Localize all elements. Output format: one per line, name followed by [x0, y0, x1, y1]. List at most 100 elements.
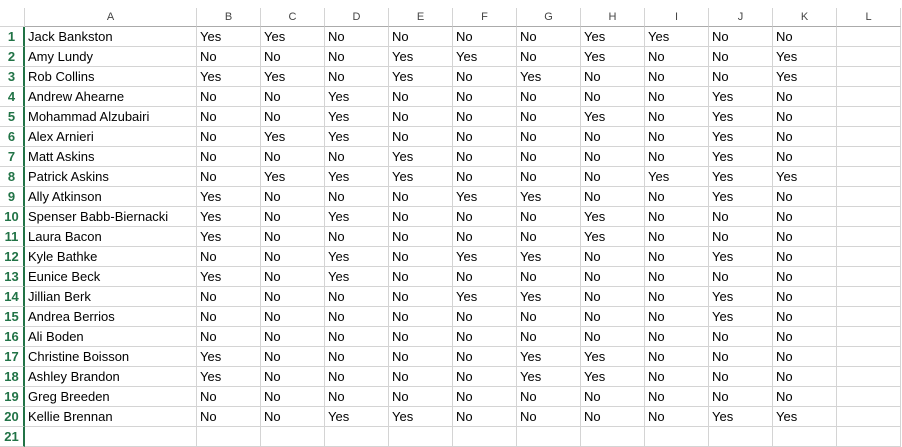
- cell-k9[interactable]: No: [773, 187, 837, 207]
- cell-d7[interactable]: No: [325, 147, 389, 167]
- cell-g12[interactable]: Yes: [517, 247, 581, 267]
- cell-c13[interactable]: No: [261, 267, 325, 287]
- cell-a1[interactable]: Jack Bankston: [25, 27, 197, 47]
- cell-e21[interactable]: [389, 427, 453, 447]
- cell-k6[interactable]: No: [773, 127, 837, 147]
- cell-a17[interactable]: Christine Boisson: [25, 347, 197, 367]
- cell-a15[interactable]: Andrea Berrios: [25, 307, 197, 327]
- column-header-d[interactable]: D: [325, 8, 389, 27]
- cell-k11[interactable]: No: [773, 227, 837, 247]
- cell-c18[interactable]: No: [261, 367, 325, 387]
- cell-d13[interactable]: Yes: [325, 267, 389, 287]
- cell-f21[interactable]: [453, 427, 517, 447]
- cell-d5[interactable]: Yes: [325, 107, 389, 127]
- cell-l12[interactable]: [837, 247, 901, 267]
- cell-c11[interactable]: No: [261, 227, 325, 247]
- cell-c16[interactable]: No: [261, 327, 325, 347]
- cell-l1[interactable]: [837, 27, 901, 47]
- cell-e16[interactable]: No: [389, 327, 453, 347]
- cell-l6[interactable]: [837, 127, 901, 147]
- cell-l5[interactable]: [837, 107, 901, 127]
- cell-c10[interactable]: No: [261, 207, 325, 227]
- cell-f12[interactable]: Yes: [453, 247, 517, 267]
- cell-a2[interactable]: Amy Lundy: [25, 47, 197, 67]
- cell-f3[interactable]: No: [453, 67, 517, 87]
- cell-c19[interactable]: No: [261, 387, 325, 407]
- cell-e10[interactable]: No: [389, 207, 453, 227]
- cell-i19[interactable]: No: [645, 387, 709, 407]
- column-header-a[interactable]: A: [25, 8, 197, 27]
- row-header[interactable]: 5: [0, 107, 25, 127]
- cell-k3[interactable]: Yes: [773, 67, 837, 87]
- cell-b14[interactable]: No: [197, 287, 261, 307]
- cell-e14[interactable]: No: [389, 287, 453, 307]
- cell-d12[interactable]: Yes: [325, 247, 389, 267]
- cell-b19[interactable]: No: [197, 387, 261, 407]
- cell-b21[interactable]: [197, 427, 261, 447]
- cell-l16[interactable]: [837, 327, 901, 347]
- cell-h4[interactable]: No: [581, 87, 645, 107]
- cell-c8[interactable]: Yes: [261, 167, 325, 187]
- cell-c4[interactable]: No: [261, 87, 325, 107]
- cell-j21[interactable]: [709, 427, 773, 447]
- cell-l14[interactable]: [837, 287, 901, 307]
- cell-e15[interactable]: No: [389, 307, 453, 327]
- column-header-j[interactable]: J: [709, 8, 773, 27]
- cell-j20[interactable]: Yes: [709, 407, 773, 427]
- cell-h19[interactable]: No: [581, 387, 645, 407]
- cell-j4[interactable]: Yes: [709, 87, 773, 107]
- cell-j13[interactable]: No: [709, 267, 773, 287]
- cell-c2[interactable]: No: [261, 47, 325, 67]
- cell-i5[interactable]: No: [645, 107, 709, 127]
- cell-g14[interactable]: Yes: [517, 287, 581, 307]
- cell-k2[interactable]: Yes: [773, 47, 837, 67]
- cell-j17[interactable]: No: [709, 347, 773, 367]
- cell-b20[interactable]: No: [197, 407, 261, 427]
- cell-c6[interactable]: Yes: [261, 127, 325, 147]
- cell-e3[interactable]: Yes: [389, 67, 453, 87]
- cell-e13[interactable]: No: [389, 267, 453, 287]
- cell-e11[interactable]: No: [389, 227, 453, 247]
- cell-i9[interactable]: No: [645, 187, 709, 207]
- cell-a5[interactable]: Mohammad Alzubairi: [25, 107, 197, 127]
- cell-g19[interactable]: No: [517, 387, 581, 407]
- cell-c14[interactable]: No: [261, 287, 325, 307]
- column-header-i[interactable]: I: [645, 8, 709, 27]
- cell-h7[interactable]: No: [581, 147, 645, 167]
- cell-j15[interactable]: Yes: [709, 307, 773, 327]
- cell-a20[interactable]: Kellie Brennan: [25, 407, 197, 427]
- cell-h3[interactable]: No: [581, 67, 645, 87]
- cell-j18[interactable]: No: [709, 367, 773, 387]
- cell-j10[interactable]: No: [709, 207, 773, 227]
- cell-b15[interactable]: No: [197, 307, 261, 327]
- row-header[interactable]: 7: [0, 147, 25, 167]
- cell-e19[interactable]: No: [389, 387, 453, 407]
- cell-e12[interactable]: No: [389, 247, 453, 267]
- cell-i11[interactable]: No: [645, 227, 709, 247]
- cell-i8[interactable]: Yes: [645, 167, 709, 187]
- cell-i2[interactable]: No: [645, 47, 709, 67]
- row-header[interactable]: 19: [0, 387, 25, 407]
- cell-l21[interactable]: [837, 427, 901, 447]
- cell-c1[interactable]: Yes: [261, 27, 325, 47]
- cell-g7[interactable]: No: [517, 147, 581, 167]
- cell-j16[interactable]: No: [709, 327, 773, 347]
- cell-a21[interactable]: [25, 427, 197, 447]
- cell-d2[interactable]: No: [325, 47, 389, 67]
- cell-b7[interactable]: No: [197, 147, 261, 167]
- cell-f4[interactable]: No: [453, 87, 517, 107]
- cell-j19[interactable]: No: [709, 387, 773, 407]
- cell-j9[interactable]: Yes: [709, 187, 773, 207]
- cell-h13[interactable]: No: [581, 267, 645, 287]
- row-header[interactable]: 10: [0, 207, 25, 227]
- cell-k15[interactable]: No: [773, 307, 837, 327]
- cell-e18[interactable]: No: [389, 367, 453, 387]
- cell-f7[interactable]: No: [453, 147, 517, 167]
- cell-e5[interactable]: No: [389, 107, 453, 127]
- column-header-c[interactable]: C: [261, 8, 325, 27]
- row-header[interactable]: 15: [0, 307, 25, 327]
- cell-i17[interactable]: No: [645, 347, 709, 367]
- cell-g11[interactable]: No: [517, 227, 581, 247]
- cell-c3[interactable]: Yes: [261, 67, 325, 87]
- cell-i7[interactable]: No: [645, 147, 709, 167]
